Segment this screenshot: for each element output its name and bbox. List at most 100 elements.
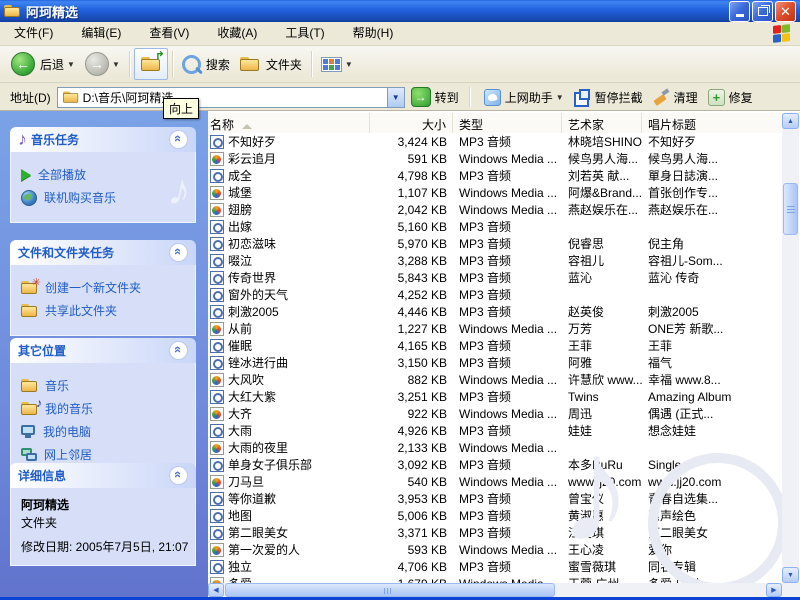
views-button[interactable]: ▼: [316, 49, 358, 79]
details-title: 详细信息: [18, 467, 169, 484]
wma-file-icon: [210, 543, 224, 557]
search-button[interactable]: 搜索: [177, 49, 235, 79]
forward-button[interactable]: → ▼: [80, 49, 125, 79]
column-size[interactable]: 大小: [370, 113, 453, 133]
table-row[interactable]: 催眠 4,165 KB MP3 音频 王菲 王菲: [208, 337, 782, 354]
my-music-link[interactable]: ♪ 我的音乐: [21, 400, 189, 417]
address-dropdown-icon[interactable]: ▼: [387, 88, 404, 107]
address-input[interactable]: D:\音乐\阿珂精选: [83, 89, 387, 106]
play-all-link[interactable]: 全部播放: [21, 166, 189, 183]
menu-favorites[interactable]: 收藏(A): [203, 22, 271, 45]
table-row[interactable]: 从前 1,227 KB Windows Media ... 万芳 ONE芳 新歌…: [208, 320, 782, 337]
table-row[interactable]: 第一次爱的人 593 KB Windows Media ... 王心凌 爱你: [208, 541, 782, 558]
back-button[interactable]: ← 后退 ▼: [6, 49, 80, 79]
table-row[interactable]: 大红大紫 3,251 KB MP3 音频 Twins Amazing Album: [208, 388, 782, 405]
restore-button[interactable]: [752, 1, 773, 22]
new-folder-link[interactable]: ✳ 创建一个新文件夹: [21, 279, 189, 296]
scroll-down-button[interactable]: ▼: [782, 567, 799, 583]
views-dropdown-icon[interactable]: ▼: [345, 60, 353, 69]
details-header[interactable]: 详细信息 «: [10, 463, 196, 488]
collapse-chevron-icon[interactable]: «: [169, 130, 188, 149]
scroll-up-button[interactable]: ▲: [782, 113, 799, 129]
other-places-header[interactable]: 其它位置 «: [10, 338, 196, 363]
wma-file-icon: [210, 186, 224, 200]
minimize-icon: [736, 14, 744, 17]
close-icon: ✕: [780, 5, 791, 18]
file-folder-tasks-header[interactable]: 文件和文件夹任务 «: [10, 240, 196, 265]
network-places-link[interactable]: 网上邻居: [21, 446, 189, 463]
table-row[interactable]: 等你道歉 3,953 KB MP3 音频 曾宝仪 青春自选集...: [208, 490, 782, 507]
share-folder-icon: [21, 304, 38, 317]
table-row[interactable]: 多爱 1,679 KB Windows Media ... 王蓉 广州... 多…: [208, 575, 782, 583]
table-row[interactable]: 大雨 4,926 KB MP3 音频 娃娃 想念娃娃: [208, 422, 782, 439]
table-row[interactable]: 窗外的天气 4,252 KB MP3 音频: [208, 286, 782, 303]
mp3-file-icon: [210, 526, 224, 540]
table-row[interactable]: 成全 4,798 KB MP3 音频 刘若英 献... 單身日誌演...: [208, 167, 782, 184]
my-computer-link[interactable]: 我的电脑: [21, 423, 189, 440]
pause-block-button[interactable]: 暂停拦截: [574, 89, 643, 106]
mp3-file-icon: [210, 339, 224, 353]
clean-icon: [653, 89, 670, 106]
menu-file[interactable]: 文件(F): [0, 22, 67, 45]
share-folder-link[interactable]: 共享此文件夹: [21, 302, 189, 319]
table-row[interactable]: 传奇世界 5,843 KB MP3 音频 蓝沁 蓝沁 传奇: [208, 269, 782, 286]
close-button[interactable]: ✕: [775, 1, 796, 22]
collapse-chevron-icon[interactable]: «: [169, 243, 188, 262]
collapse-chevron-icon[interactable]: «: [169, 466, 188, 485]
table-row[interactable]: 刀马旦 540 KB Windows Media ... www.jj20.co…: [208, 473, 782, 490]
table-row[interactable]: 不知好歹 3,424 KB MP3 音频 林晓培SHINO 不知好歹: [208, 133, 782, 150]
table-row[interactable]: 翅膀 2,042 KB Windows Media ... 燕赵娱乐在... 燕…: [208, 201, 782, 218]
details-modified-date: 修改日期: 2005年7月5日, 21:07: [21, 539, 189, 555]
table-row[interactable]: 彩云追月 591 KB Windows Media ... 候鸟男人海... 候…: [208, 150, 782, 167]
table-row[interactable]: 啜泣 3,288 KB MP3 音频 容祖儿 容祖儿-Som...: [208, 252, 782, 269]
column-name[interactable]: 名称: [208, 113, 370, 133]
scroll-left-button[interactable]: ◀: [208, 583, 224, 597]
table-row[interactable]: 单身女子俱乐部 3,092 KB MP3 音频 本多RuRu Single: [208, 456, 782, 473]
column-artist[interactable]: 艺术家: [562, 113, 642, 133]
assistant-dropdown-icon[interactable]: ▼: [556, 93, 564, 102]
web-assistant-button[interactable]: 上网助手 ▼: [484, 89, 564, 106]
folders-button[interactable]: 文件夹: [235, 49, 307, 79]
menu-tools[interactable]: 工具(T): [271, 22, 338, 45]
scrollbar-corner: [782, 583, 800, 597]
menu-help[interactable]: 帮助(H): [339, 22, 408, 45]
table-row[interactable]: 独立 4,706 KB MP3 音频 蜜雪薇琪 同名专辑: [208, 558, 782, 575]
table-row[interactable]: 初恋滋味 5,970 KB MP3 音频 倪睿思 倪主角: [208, 235, 782, 252]
table-row[interactable]: 大风吹 882 KB Windows Media ... 许慧欣 www... …: [208, 371, 782, 388]
horizontal-scrollbar[interactable]: ◀ ▶: [208, 583, 782, 597]
music-tasks-header[interactable]: ♪ 音乐任务 «: [10, 127, 196, 152]
repair-button[interactable]: 修复: [708, 89, 753, 106]
table-row[interactable]: 出嫁 5,160 KB MP3 音频: [208, 218, 782, 235]
go-button[interactable]: → 转到: [411, 87, 459, 107]
table-row[interactable]: 城堡 1,107 KB Windows Media ... 阿爆&Brand..…: [208, 184, 782, 201]
menu-view[interactable]: 查看(V): [135, 22, 203, 45]
music-folder-link[interactable]: 音乐: [21, 377, 189, 394]
address-combo[interactable]: D:\音乐\阿珂精选 ▼: [57, 87, 405, 108]
details-folder-type: 文件夹: [21, 514, 189, 531]
table-row[interactable]: 刺激2005 4,446 KB MP3 音频 赵英俊 刺激2005: [208, 303, 782, 320]
table-row[interactable]: 大雨的夜里 2,133 KB Windows Media ...: [208, 439, 782, 456]
buy-music-online-link[interactable]: 联机购买音乐: [21, 189, 189, 206]
vertical-scrollbar[interactable]: ▲ ▼: [782, 113, 799, 583]
table-row[interactable]: 第二眼美女 3,371 KB MP3 音频 江美琪 第二眼美女: [208, 524, 782, 541]
minimize-button[interactable]: [729, 1, 750, 22]
repair-icon: [708, 89, 725, 106]
clean-button[interactable]: 清理: [653, 89, 698, 106]
collapse-chevron-icon[interactable]: «: [169, 341, 188, 360]
mp3-file-icon: [210, 390, 224, 404]
forward-dropdown-icon[interactable]: ▼: [112, 60, 120, 69]
vertical-scroll-thumb[interactable]: [783, 183, 798, 235]
table-row[interactable]: 大齐 922 KB Windows Media ... 周迅 偶遇 (正式...: [208, 405, 782, 422]
horizontal-scroll-thumb[interactable]: [225, 583, 555, 597]
column-album[interactable]: 唱片标题: [642, 113, 782, 133]
column-type[interactable]: 类型: [453, 113, 562, 133]
scroll-right-button[interactable]: ▶: [766, 583, 782, 597]
back-label: 后退: [40, 56, 64, 73]
folders-icon: [240, 57, 260, 72]
table-row[interactable]: 锉冰进行曲 3,150 KB MP3 音频 阿雅 福气: [208, 354, 782, 371]
toolbar-separator: [311, 51, 312, 77]
table-row[interactable]: 地图 5,006 KB MP3 音频 黄淑惠 惠声绘色: [208, 507, 782, 524]
up-button[interactable]: ↱: [134, 48, 168, 80]
back-dropdown-icon[interactable]: ▼: [67, 60, 75, 69]
menu-edit[interactable]: 编辑(E): [67, 22, 135, 45]
